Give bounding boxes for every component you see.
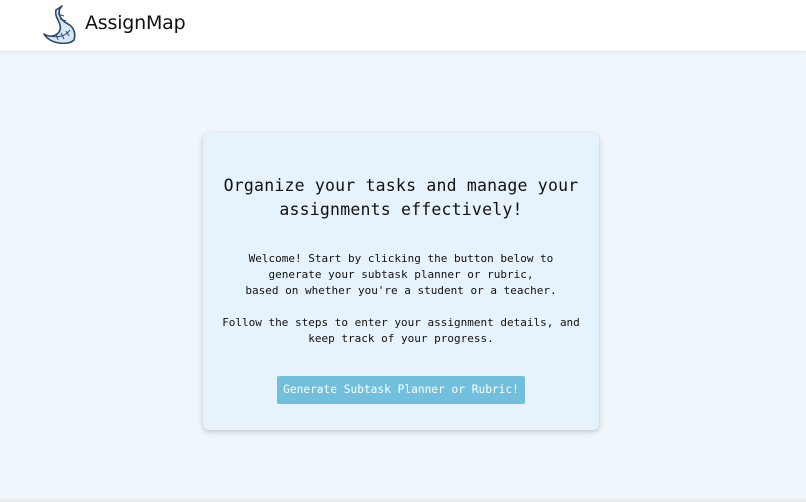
card-title: Organize your tasks and manage your assi…	[203, 174, 599, 222]
card-title-line: Organize your tasks and manage your	[223, 176, 579, 195]
welcome-card: Organize your tasks and manage your assi…	[203, 133, 599, 430]
welcome-paragraph: Welcome! Start by clicking the button be…	[203, 251, 599, 299]
crescent-moon-logo-icon[interactable]	[40, 4, 80, 44]
paragraph-line: Welcome! Start by clicking the button be…	[248, 252, 554, 265]
instructions-paragraph: Follow the steps to enter your assignmen…	[203, 315, 599, 347]
top-header: AssignMap	[0, 0, 806, 52]
paragraph-line: keep track of your progress.	[308, 332, 494, 345]
brand-name[interactable]: AssignMap	[85, 12, 186, 34]
paragraph-line: based on whether you're a student or a t…	[245, 284, 557, 297]
paragraph-line: generate your subtask planner or rubric,	[268, 268, 534, 281]
generate-planner-button[interactable]: Generate Subtask Planner or Rubric!	[277, 376, 525, 404]
card-title-line: assignments effectively!	[279, 200, 523, 219]
paragraph-line: Follow the steps to enter your assignmen…	[222, 316, 580, 329]
